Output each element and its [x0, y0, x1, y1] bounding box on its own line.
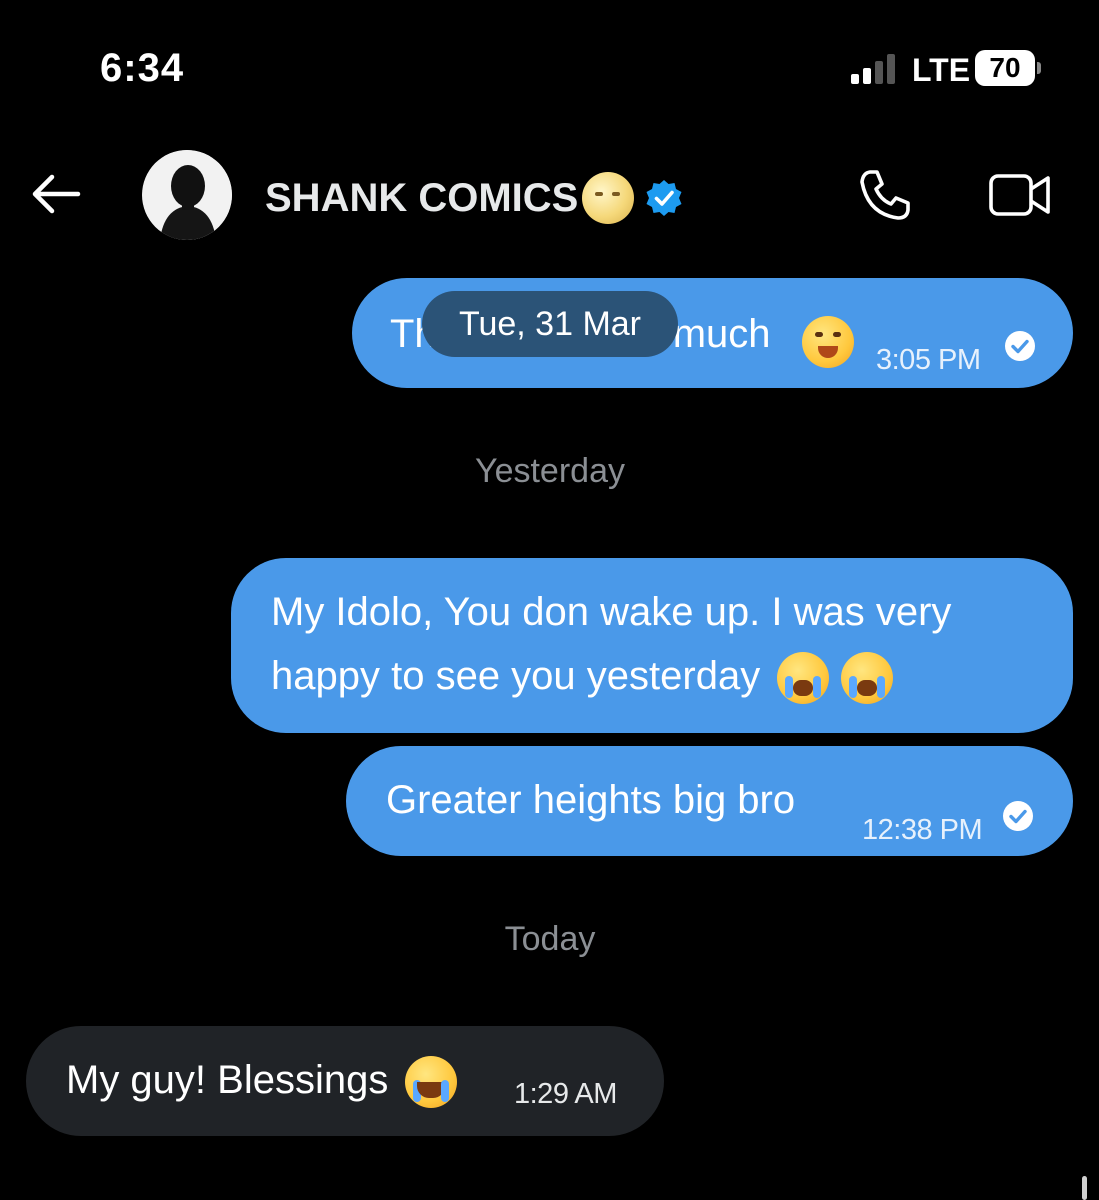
- video-camera-icon[interactable]: [988, 170, 1052, 220]
- message-time: 12:38 PM: [862, 814, 983, 846]
- battery-icon: 70: [975, 50, 1041, 86]
- message-text: My guy! Blessings: [66, 1048, 463, 1112]
- read-check-icon: [1005, 331, 1035, 361]
- date-separator: Today: [504, 920, 596, 958]
- contact-avatar[interactable]: [142, 150, 232, 240]
- signal-strength-icon: [851, 52, 901, 84]
- message-time: 1:29 AM: [514, 1078, 617, 1110]
- read-check-icon: [1003, 801, 1033, 831]
- smiling-face-icon: [802, 316, 854, 369]
- network-type: LTE: [912, 52, 971, 88]
- date-separator: Yesterday: [475, 452, 625, 490]
- status-time: 6:34: [100, 46, 185, 90]
- full-moon-face-icon: [582, 172, 635, 224]
- floating-date-pill: Tue, 31 Mar: [422, 291, 678, 357]
- scrollbar[interactable]: [1082, 1176, 1087, 1200]
- message-text: My Idolo, You don wake up. I was very ha…: [271, 580, 1051, 708]
- message-bubble-outgoing[interactable]: Greater heights big bro 12:38 PM: [346, 746, 1073, 856]
- back-arrow-icon[interactable]: [30, 172, 82, 216]
- loudly-crying-face-icon: [841, 652, 894, 705]
- loudly-crying-face-icon: [777, 652, 830, 705]
- message-bubble-incoming[interactable]: My guy! Blessings 1:29 AM: [26, 1026, 664, 1136]
- verified-badge-icon: [646, 180, 682, 216]
- contact-name: SHANK COMICS: [265, 175, 579, 220]
- contact-name-row[interactable]: SHANK COMICS: [265, 172, 684, 224]
- message-time: 3:05 PM: [876, 344, 981, 376]
- message-bubble-outgoing[interactable]: My Idolo, You don wake up. I was very ha…: [231, 558, 1073, 733]
- message-text: Greater heights big bro: [386, 778, 796, 822]
- phone-icon[interactable]: [858, 168, 912, 222]
- battery-level: 70: [975, 50, 1035, 86]
- face-with-tears-of-joy-icon: [405, 1056, 458, 1109]
